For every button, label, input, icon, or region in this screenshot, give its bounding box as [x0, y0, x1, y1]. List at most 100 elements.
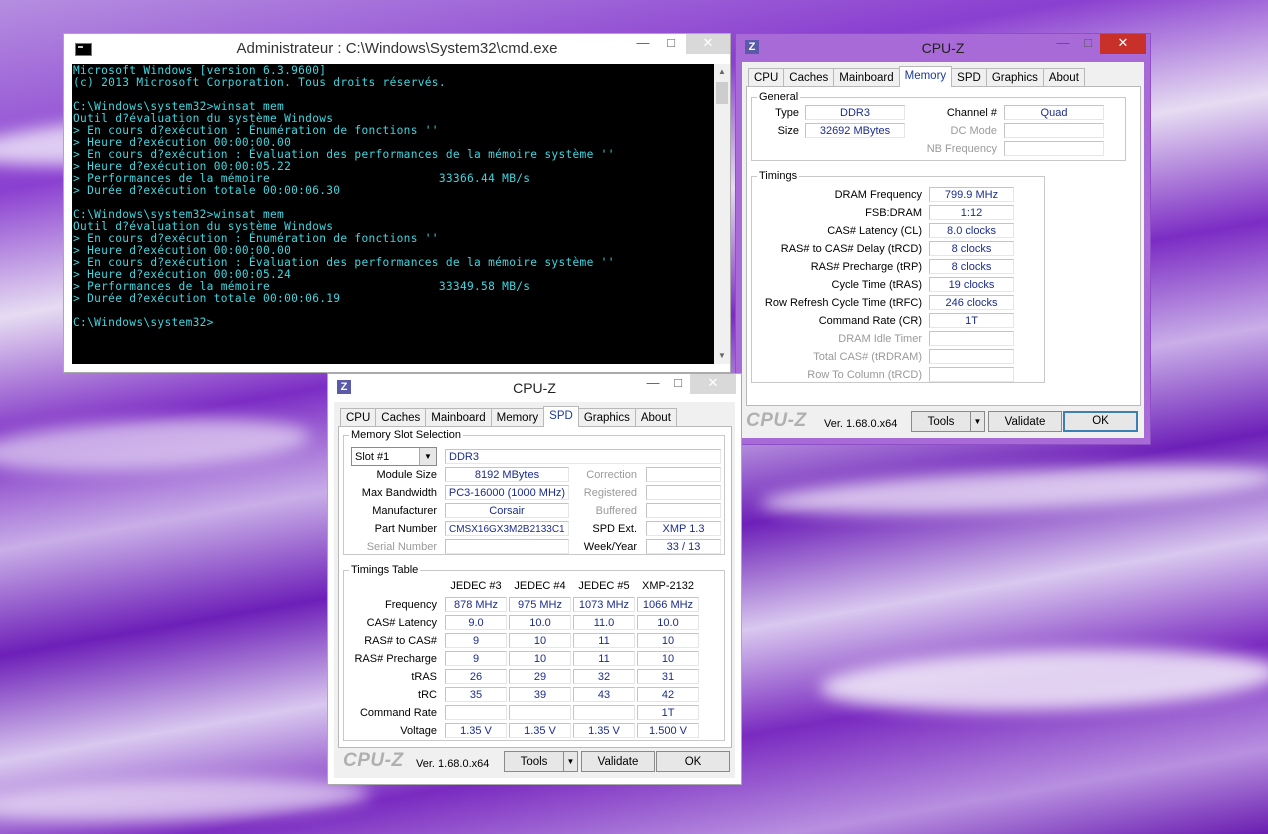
cpuz-memory-window[interactable]: Z CPU-Z — □ ✕ CPU Caches Mainboard Memory SP… [735, 33, 1151, 445]
timings-cell [573, 705, 635, 720]
general-legend: General [759, 91, 799, 103]
tab-caches[interactable]: Caches [375, 408, 427, 427]
tab-graphics[interactable]: Graphics [985, 68, 1044, 87]
tools-button[interactable]: Tools [504, 751, 564, 772]
minimize-button[interactable]: — [640, 374, 666, 394]
console-line: (c) 2013 Microsoft Corporation. Tous dro… [73, 76, 446, 89]
timing-value: 19 clocks [929, 277, 1014, 292]
validate-button[interactable]: Validate [581, 751, 655, 772]
console-output[interactable]: Microsoft Windows [version 6.3.9600] (c) … [72, 64, 714, 364]
maximize-button[interactable]: □ [658, 34, 684, 54]
timing-value: 8 clocks [929, 259, 1014, 274]
buffered-value [646, 503, 721, 518]
tab-memory[interactable]: Memory [490, 408, 545, 427]
ok-button[interactable]: OK [656, 751, 730, 772]
timings-cell: 1.35 V [509, 723, 571, 738]
timings-column-header: XMP-2132 [642, 580, 694, 592]
tools-dropdown-icon[interactable]: ▼ [563, 751, 578, 772]
version-label: Ver. 1.68.0.x64 [416, 758, 490, 770]
week-year-label: Week/Year [583, 541, 637, 553]
timings-cell: 10 [509, 633, 571, 648]
manufacturer-label: Manufacturer [372, 505, 437, 517]
timing-label: Total CAS# (tRDRAM) [813, 351, 922, 363]
part-number-value: CMSX16GX3M2B2133C1 [445, 521, 569, 536]
timing-value [929, 367, 1014, 382]
cpuz-brand: CPU-Z [343, 750, 404, 771]
scroll-down-icon[interactable]: ▼ [714, 348, 730, 364]
max-bandwidth-label: Max Bandwidth [361, 487, 437, 499]
cmd-window[interactable]: Administrateur : C:\Windows\System32\cmd… [63, 33, 731, 373]
slot-select[interactable]: Slot #1 ▼ [351, 447, 437, 466]
cpuz-titlebar[interactable]: Z CPU-Z — □ ✕ [328, 374, 741, 402]
spd-ext-value: XMP 1.3 [646, 521, 721, 536]
dc-mode-value [1004, 123, 1104, 138]
tab-about[interactable]: About [634, 408, 677, 427]
scroll-thumb[interactable] [716, 82, 728, 104]
cmd-titlebar[interactable]: Administrateur : C:\Windows\System32\cmd… [64, 34, 730, 64]
timing-value [929, 349, 1014, 364]
timings-cell: 1.35 V [573, 723, 635, 738]
timings-column-header: JEDEC #4 [514, 580, 566, 592]
tab-mainboard[interactable]: Mainboard [833, 68, 900, 87]
timings-table-legend: Timings Table [351, 564, 419, 576]
tab-spd[interactable]: SPD [951, 68, 987, 87]
tab-cpu[interactable]: CPU [748, 68, 785, 87]
cpuz-body: CPU Caches Mainboard Memory SPD Graphics About… [742, 62, 1144, 438]
chevron-down-icon[interactable]: ▼ [419, 448, 436, 465]
console-line: > Durée d?exécution totale 00:00:06.30 [73, 184, 341, 197]
timings-row-label: RAS# to CAS# [364, 635, 437, 647]
timings-cell: 878 MHz [445, 597, 507, 612]
timings-cell: 11 [573, 633, 635, 648]
maximize-button[interactable]: □ [1076, 34, 1100, 54]
scroll-up-icon[interactable]: ▲ [714, 64, 730, 80]
registered-value [646, 485, 721, 500]
close-button[interactable]: ✕ [690, 374, 736, 394]
tab-cpu[interactable]: CPU [340, 408, 377, 427]
memory-panel: General Type DDR3 Size 32692 MBytes Chan… [746, 86, 1141, 406]
size-label: Size [777, 125, 799, 137]
week-year-value: 33 / 13 [646, 539, 721, 554]
tab-bar: CPU Caches Mainboard Memory SPD Graphics About [340, 406, 677, 427]
tools-button[interactable]: Tools [911, 411, 971, 432]
tab-spd[interactable]: SPD [543, 406, 579, 427]
maximize-button[interactable]: □ [666, 374, 690, 394]
ok-button[interactable]: OK [1063, 411, 1138, 432]
tab-bar: CPU Caches Mainboard Memory SPD Graphics About [748, 66, 1085, 87]
cpuz-titlebar[interactable]: Z CPU-Z — □ ✕ [736, 34, 1150, 62]
timing-label: DRAM Idle Timer [838, 333, 922, 345]
console-line: > Durée d?exécution totale 00:00:06.19 [73, 292, 341, 305]
timings-cell: 1066 MHz [637, 597, 699, 612]
validate-button[interactable]: Validate [988, 411, 1062, 432]
tools-dropdown-icon[interactable]: ▼ [970, 411, 985, 432]
tab-about[interactable]: About [1042, 68, 1085, 87]
timing-label: Row Refresh Cycle Time (tRFC) [764, 297, 922, 309]
timings-cell [445, 705, 507, 720]
timings-cell: 39 [509, 687, 571, 702]
timing-value: 1T [929, 313, 1014, 328]
spd-panel: Memory Slot Selection Slot #1 ▼ DDR3 Modu… [338, 426, 732, 748]
timings-legend: Timings [759, 170, 798, 182]
cpuz-spd-window[interactable]: Z CPU-Z — □ ✕ CPU Caches Mainboard Memory SP… [327, 373, 742, 785]
close-button[interactable]: ✕ [686, 34, 730, 54]
timings-cell: 11 [573, 651, 635, 666]
timings-row-label: tRC [418, 689, 437, 701]
spd-ext-label: SPD Ext. [592, 523, 637, 535]
minimize-button[interactable]: — [1050, 34, 1076, 54]
tab-graphics[interactable]: Graphics [577, 408, 636, 427]
timings-cell: 10.0 [637, 615, 699, 630]
minimize-button[interactable]: — [630, 34, 656, 54]
cpuz-body: CPU Caches Mainboard Memory SPD Graphics About… [334, 402, 735, 778]
timings-column-header: JEDEC #5 [578, 580, 630, 592]
dc-mode-label: DC Mode [950, 125, 997, 137]
timings-cell: 10 [637, 633, 699, 648]
timings-row-label: tRAS [411, 671, 437, 683]
tab-mainboard[interactable]: Mainboard [425, 408, 492, 427]
timing-value: 1:12 [929, 205, 1014, 220]
close-button[interactable]: ✕ [1100, 34, 1146, 54]
tab-caches[interactable]: Caches [783, 68, 835, 87]
buffered-label: Buffered [595, 505, 637, 517]
timing-value: 246 clocks [929, 295, 1014, 310]
tab-memory[interactable]: Memory [898, 66, 953, 87]
timings-cell: 11.0 [573, 615, 635, 630]
console-scrollbar[interactable]: ▲ ▼ [714, 64, 730, 364]
